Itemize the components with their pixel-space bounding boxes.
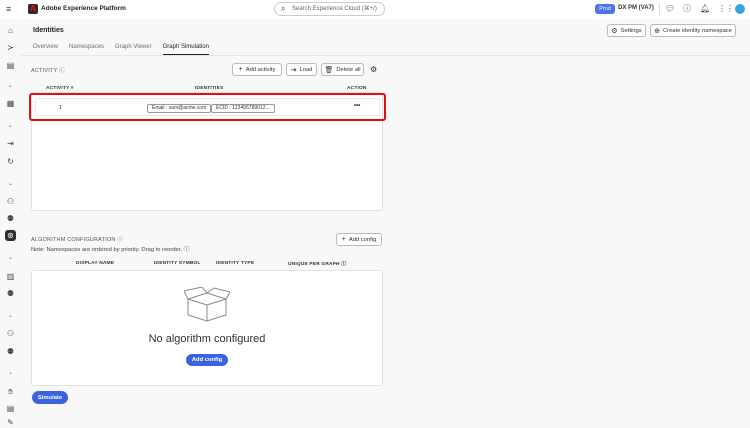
- identities-icon[interactable]: ⊛: [5, 230, 16, 241]
- page-title: Identities: [33, 27, 64, 34]
- chevron-down-icon[interactable]: ⌄: [5, 253, 16, 264]
- info-icon[interactable]: ⓘ: [341, 262, 346, 267]
- column-header: DISPLAY NAME: [76, 261, 115, 266]
- algorithm-section-label: ALGORITHM CONFIGURATION ⓘ: [31, 235, 123, 243]
- priority-note: Note: Namespaces are ordered by priority…: [31, 244, 189, 253]
- chevron-down-icon[interactable]: ⌄: [5, 311, 16, 322]
- apps-grid-icon[interactable]: ⋮⋮: [718, 4, 734, 14]
- profile-icon[interactable]: ⚇: [5, 196, 16, 207]
- algorithm-heading: ALGORITHM CONFIGURATION: [31, 237, 116, 243]
- note-text: Note: Namespaces are ordered by priority…: [31, 247, 183, 253]
- org-switcher[interactable]: DX PM (VA7): [618, 5, 654, 11]
- tab-graph-viewer[interactable]: Graph Viewer: [115, 44, 152, 55]
- search-placeholder: Search Experience Cloud (⌘+/): [292, 6, 377, 12]
- add-config-button[interactable]: + Add config: [336, 233, 382, 246]
- groups-icon[interactable]: ⚉: [5, 346, 16, 357]
- empty-box-icon: [184, 287, 230, 322]
- journeys-icon[interactable]: ≻: [5, 42, 16, 53]
- help-icon[interactable]: ⓘ: [683, 4, 691, 14]
- activity-row-highlight: 1 Email : sam@acme.com ECID : 1234567890…: [29, 93, 386, 121]
- column-header: ACTIVITY #: [46, 86, 74, 91]
- tab-namespaces[interactable]: Namespaces: [69, 44, 104, 55]
- catalog-icon[interactable]: ▤: [5, 60, 16, 71]
- more-actions-icon[interactable]: •••: [354, 103, 360, 109]
- gear-icon: ⚙: [611, 27, 618, 35]
- column-header: ACTION: [347, 86, 367, 91]
- table-icon[interactable]: ▤: [5, 403, 16, 414]
- dashboards-icon[interactable]: ▥: [5, 271, 16, 282]
- tab-overview[interactable]: Overview: [33, 44, 58, 55]
- empty-add-config-button[interactable]: Add config: [186, 354, 228, 366]
- chevron-down-icon[interactable]: ⌄: [5, 121, 16, 132]
- search-icon: ⌕: [281, 4, 286, 13]
- add-activity-button[interactable]: + Add activity: [232, 63, 282, 76]
- segments-icon[interactable]: ⚉: [5, 213, 16, 224]
- data-icon[interactable]: ▦: [5, 98, 16, 109]
- user-icon[interactable]: ⚇: [5, 328, 16, 339]
- audiences-icon[interactable]: ⚉: [5, 288, 16, 299]
- chevron-down-icon[interactable]: ⌄: [5, 179, 16, 190]
- top-bar: ≡ A Adobe Experience Platform ⌕ Search Ex…: [0, 0, 750, 19]
- unique-per-graph-label: UNIQUE PER GRAPH: [288, 262, 340, 267]
- create-label: Create identity namespace: [662, 27, 732, 34]
- environment-badge[interactable]: Prod: [595, 4, 615, 14]
- settings-label: Settings: [620, 27, 642, 34]
- plus-icon: +: [341, 236, 346, 243]
- search-input[interactable]: ⌕ Search Experience Cloud (⌘+/): [274, 2, 385, 16]
- plus-icon: +: [238, 66, 243, 73]
- adobe-logo-icon[interactable]: A: [28, 4, 38, 14]
- settings-button[interactable]: ⚙ Settings: [607, 24, 646, 37]
- add-activity-label: Add activity: [245, 66, 276, 73]
- menu-icon[interactable]: ≡: [6, 5, 14, 14]
- feedback-icon[interactable]: 💬︎: [665, 4, 675, 14]
- chevron-down-icon[interactable]: ⌄: [5, 81, 16, 92]
- activity-heading: ACTIVITY: [31, 68, 58, 74]
- trash-icon: 🗑︎: [324, 66, 334, 74]
- column-header: IDENTITIES: [195, 86, 224, 91]
- identity-chip-ecid[interactable]: ECID : 123456789012...: [211, 104, 275, 113]
- divider: [659, 3, 660, 16]
- simulate-button[interactable]: Simulate: [32, 391, 68, 404]
- import-icon: ⇥: [290, 66, 297, 74]
- sidebar: ⌂ ≻ ▤ ⌄ ▦ ⌄ ⇥ ↻ ⌄ ⚇ ⚉ ⊛ ⌄ ▥ ⚉ ⌄ ⚇ ⚉ ⌄ ✋︎…: [0, 19, 21, 428]
- chevron-down-icon[interactable]: ⌄: [5, 368, 16, 379]
- load-label: Load: [299, 66, 313, 73]
- edit-icon[interactable]: ✎: [5, 417, 16, 428]
- create-identity-namespace-button[interactable]: ⊕ Create identity namespace: [650, 24, 736, 37]
- delete-all-button[interactable]: 🗑︎ Delete all: [321, 63, 364, 76]
- tab-divider: [21, 55, 750, 56]
- bell-icon[interactable]: 🔔︎: [700, 4, 710, 14]
- table-row[interactable]: 1 Email : sam@acme.com ECID : 1234567890…: [35, 98, 380, 116]
- column-header: UNIQUE PER GRAPH ⓘ: [288, 260, 346, 267]
- privacy-icon[interactable]: ✋︎: [5, 386, 16, 397]
- delete-all-label: Delete all: [336, 66, 361, 73]
- info-icon[interactable]: ⓘ: [184, 247, 190, 253]
- app-title[interactable]: Adobe Experience Platform: [41, 5, 126, 12]
- identity-chip-email[interactable]: Email : sam@acme.com: [147, 104, 212, 113]
- avatar[interactable]: [735, 4, 745, 14]
- add-circle-icon: ⊕: [654, 27, 660, 35]
- info-icon[interactable]: ⓘ: [59, 68, 65, 74]
- column-header: IDENTITY TYPE: [216, 261, 255, 266]
- tabs: Overview Namespaces Graph Viewer Graph S…: [33, 44, 209, 55]
- empty-state-title: No algorithm configured: [148, 333, 266, 345]
- tab-graph-simulation[interactable]: Graph Simulation: [162, 44, 209, 55]
- gear-icon[interactable]: ⚙: [370, 65, 377, 74]
- load-button[interactable]: ⇥ Load: [286, 63, 317, 76]
- info-icon[interactable]: ⓘ: [117, 237, 123, 243]
- column-header: IDENTITY SYMBOL: [154, 261, 201, 266]
- activity-number: 1: [59, 105, 63, 111]
- add-config-label: Add config: [348, 236, 377, 243]
- sources-icon[interactable]: ⇥: [5, 138, 16, 149]
- home-icon[interactable]: ⌂: [5, 25, 16, 36]
- activity-section-label: ACTIVITY ⓘ: [31, 66, 65, 74]
- refresh-icon[interactable]: ↻: [5, 156, 16, 167]
